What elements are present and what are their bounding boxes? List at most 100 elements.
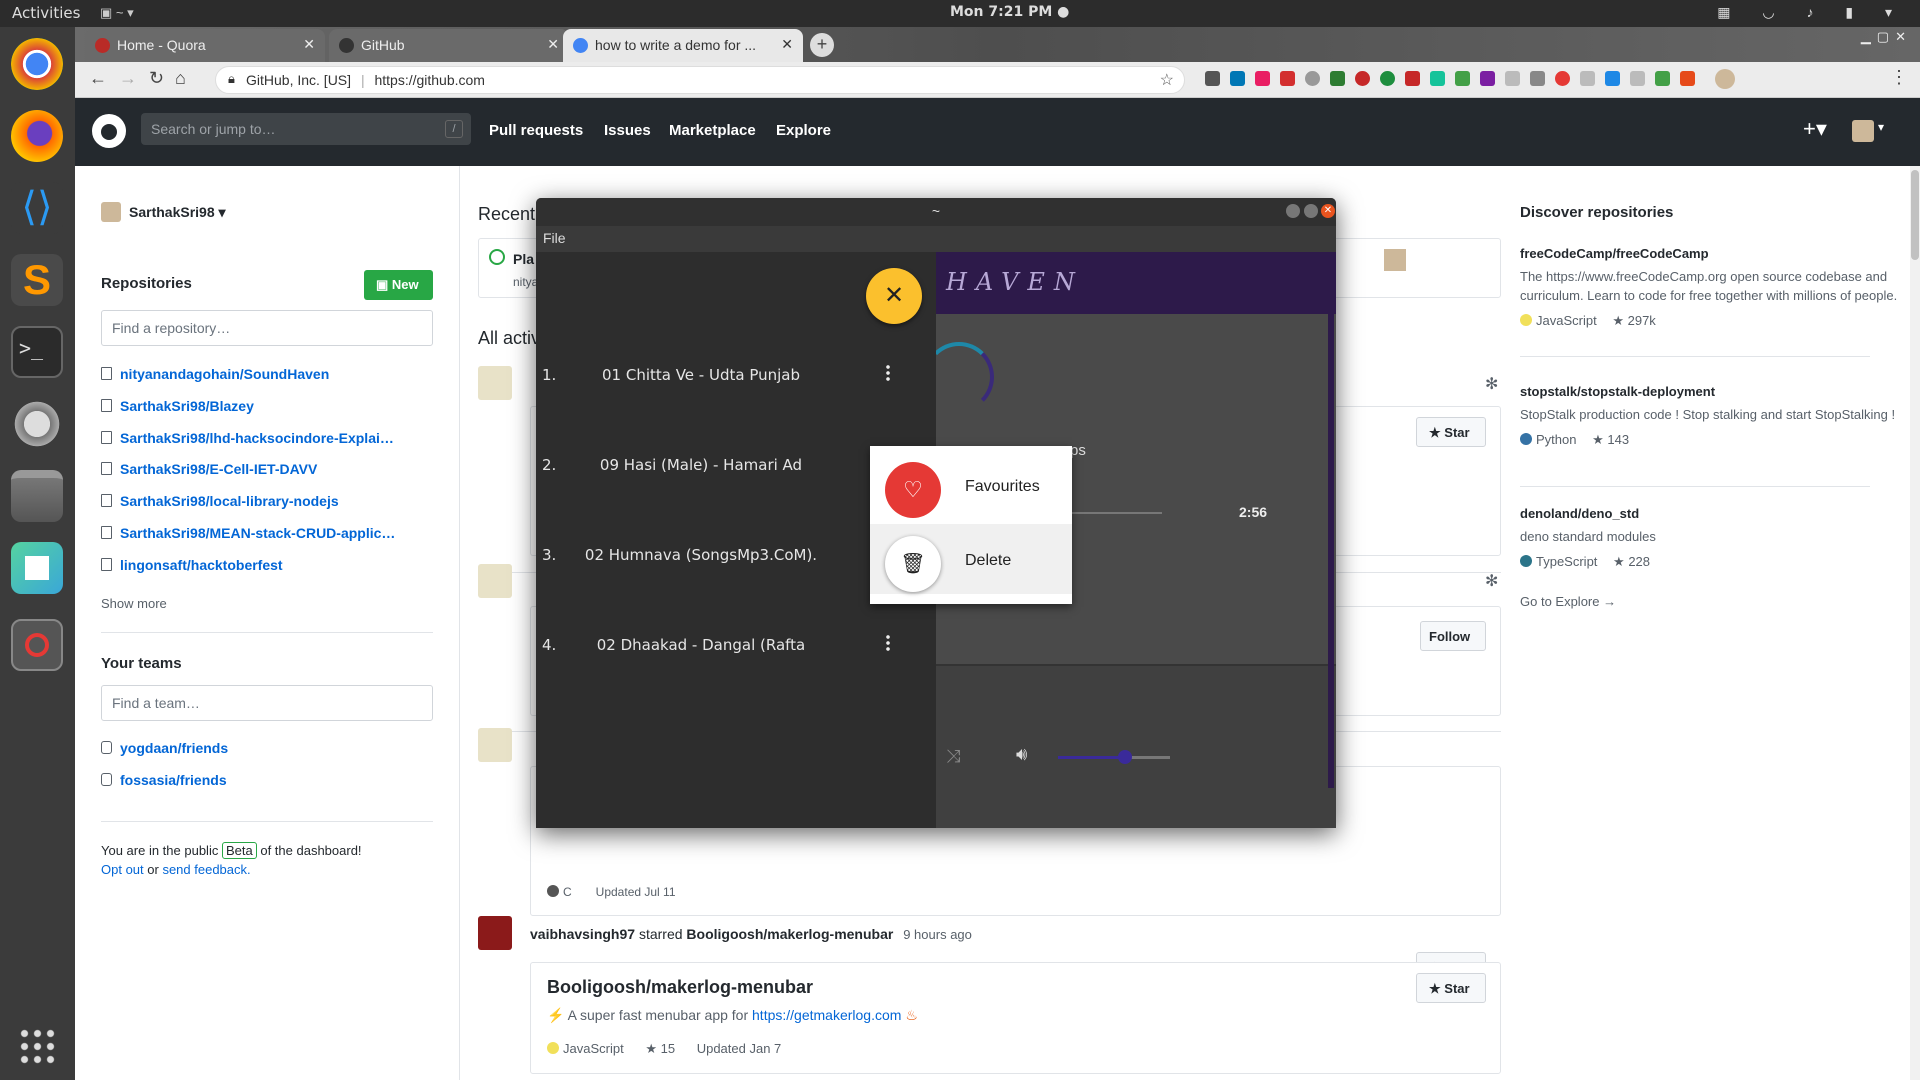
repo-stars[interactable]: 15 bbox=[661, 1041, 675, 1056]
clock[interactable]: Mon 7:21 PM ● bbox=[950, 4, 1069, 20]
address-bar[interactable]: 🔒︎ GitHub, Inc. [US] | https://github.co… bbox=[215, 66, 1185, 94]
close-tab-icon[interactable]: ✕ bbox=[547, 36, 559, 53]
more-options-icon[interactable] bbox=[886, 634, 890, 652]
bookmark-star-icon[interactable]: ☆ bbox=[1160, 70, 1174, 90]
star-button[interactable]: ★ Star bbox=[1416, 973, 1486, 1003]
search-input[interactable]: Search or jump to… / bbox=[141, 113, 471, 145]
more-options-icon[interactable] bbox=[886, 364, 890, 382]
extension-icon[interactable] bbox=[1455, 71, 1470, 86]
discover-repo-name[interactable]: stopstalk/stopstalk-deployment bbox=[1520, 384, 1900, 399]
firefox-icon[interactable] bbox=[11, 110, 63, 162]
minimize-icon[interactable] bbox=[1286, 204, 1300, 218]
nav-issues[interactable]: Issues bbox=[604, 122, 651, 139]
system-tray[interactable]: ▦ ◡ ♪ ▮ ▾ bbox=[1717, 4, 1906, 21]
repo-title[interactable]: Booligoosh/makerlog-menubar bbox=[547, 977, 813, 998]
activities-button[interactable]: Activities bbox=[12, 4, 80, 22]
extension-icon[interactable] bbox=[1255, 71, 1270, 86]
grammarly-icon[interactable] bbox=[1430, 71, 1445, 86]
repo-link[interactable]: lingonsaft/hacktoberfest bbox=[101, 557, 283, 573]
shuffle-icon[interactable]: ⤨ bbox=[946, 746, 960, 767]
terminal-icon[interactable]: >_ bbox=[11, 326, 63, 378]
discover-repo-name[interactable]: freeCodeCamp/freeCodeCamp bbox=[1520, 246, 1900, 261]
close-tab-icon[interactable]: ✕ bbox=[781, 36, 793, 53]
delete-menu-item[interactable]: 🗑︎ Delete bbox=[870, 524, 1072, 594]
create-new-icon[interactable]: +▾ bbox=[1803, 116, 1827, 142]
discover-repo-stars[interactable]: 228 bbox=[1628, 554, 1650, 569]
home-icon[interactable]: ⌂ bbox=[175, 68, 186, 89]
app-icon[interactable] bbox=[11, 542, 63, 594]
seek-bar[interactable] bbox=[1070, 512, 1162, 514]
account-switcher[interactable]: SarthakSri98 ▾ bbox=[129, 204, 226, 221]
extension-icon[interactable] bbox=[1530, 71, 1545, 86]
close-tab-icon[interactable]: ✕ bbox=[303, 36, 315, 53]
window-title-bar[interactable]: ~ ✕ bbox=[536, 198, 1336, 226]
extension-icon[interactable] bbox=[1505, 71, 1520, 86]
user-avatar[interactable] bbox=[1852, 120, 1874, 142]
nav-explore[interactable]: Explore bbox=[776, 122, 831, 139]
files-icon[interactable] bbox=[11, 470, 63, 522]
avatar[interactable] bbox=[478, 564, 512, 598]
event-target[interactable]: Booligoosh/makerlog-menubar bbox=[686, 926, 893, 942]
linkedin-icon[interactable] bbox=[1230, 71, 1245, 86]
volume-icon[interactable]: 🔊︎ bbox=[1016, 744, 1027, 765]
discover-repo-name[interactable]: denoland/deno_std bbox=[1520, 506, 1900, 521]
extension-icon[interactable] bbox=[1680, 71, 1695, 86]
file-menu[interactable]: File bbox=[543, 230, 566, 246]
sublime-icon[interactable]: S bbox=[11, 254, 63, 306]
github-logo-icon[interactable] bbox=[92, 114, 126, 148]
team-search-input[interactable]: Find a team… bbox=[101, 685, 433, 721]
close-window-icon[interactable]: ✕ bbox=[1321, 204, 1335, 218]
tab-google[interactable]: how to write a demo for ... ✕ bbox=[563, 29, 803, 62]
window-menu[interactable]: ▣ ~ ▾ bbox=[100, 5, 134, 21]
repo-link[interactable]: SarthakSri98/E-Cell-IET-DAVV bbox=[101, 461, 317, 477]
discover-repo-stars[interactable]: 143 bbox=[1607, 432, 1629, 447]
favourites-menu-item[interactable]: ♡ Favourites bbox=[870, 450, 1072, 520]
team-link[interactable]: fossasia/friends bbox=[101, 772, 227, 788]
chrome-icon[interactable] bbox=[11, 38, 63, 90]
repo-link[interactable]: SarthakSri98/local-library-nodejs bbox=[101, 493, 339, 509]
extension-icon[interactable] bbox=[1480, 71, 1495, 86]
team-link[interactable]: yogdaan/friends bbox=[101, 740, 228, 756]
chrome-menu-icon[interactable]: ⋮ bbox=[1890, 67, 1908, 88]
avatar[interactable] bbox=[478, 728, 512, 762]
extension-icon[interactable] bbox=[1205, 71, 1220, 86]
repo-desc-link[interactable]: https://getmakerlog.com bbox=[752, 1007, 901, 1023]
extension-icon[interactable] bbox=[1555, 71, 1570, 86]
repo-link[interactable]: SarthakSri98/MEAN-stack-CRUD-applic… bbox=[101, 525, 395, 541]
close-drawer-button[interactable]: ✕ bbox=[866, 268, 922, 324]
apps-grid-icon[interactable] bbox=[18, 1027, 58, 1067]
scrollbar[interactable] bbox=[1328, 252, 1334, 788]
scrollbar[interactable] bbox=[1910, 166, 1920, 1080]
reload-icon[interactable]: ↻ bbox=[149, 68, 164, 89]
song-item[interactable]: 1. 01 Chitta Ve - Udta Punjab bbox=[536, 360, 936, 390]
extension-icon[interactable] bbox=[1655, 71, 1670, 86]
new-repo-button[interactable]: ▣ New bbox=[364, 270, 433, 300]
settings-icon[interactable]: ✻ bbox=[1485, 374, 1498, 394]
extension-icon[interactable] bbox=[1330, 71, 1345, 86]
avatar[interactable] bbox=[478, 366, 512, 400]
tab-github[interactable]: GitHub ✕ bbox=[329, 29, 569, 62]
event-actor[interactable]: vaibhavsingh97 bbox=[530, 926, 635, 942]
follow-button[interactable]: Follow bbox=[1420, 621, 1486, 651]
vscode-icon[interactable]: ⟨⟩ bbox=[11, 182, 63, 234]
song-item[interactable]: 4. 02 Dhaakad - Dangal (Rafta bbox=[536, 630, 936, 660]
nav-pull-requests[interactable]: Pull requests bbox=[489, 122, 583, 139]
profile-avatar[interactable] bbox=[1715, 69, 1735, 89]
extension-icon[interactable] bbox=[1405, 71, 1420, 86]
star-button[interactable]: ★ Star bbox=[1416, 417, 1486, 447]
nav-marketplace[interactable]: Marketplace bbox=[669, 122, 756, 139]
show-more-link[interactable]: Show more bbox=[101, 596, 167, 611]
repo-link[interactable]: SarthakSri98/Blazey bbox=[101, 398, 254, 414]
repo-search-input[interactable]: Find a repository… bbox=[101, 310, 433, 346]
opt-out-link[interactable]: Opt out bbox=[101, 862, 144, 877]
window-controls[interactable]: ▁▢✕ bbox=[1861, 29, 1912, 45]
repo-link[interactable]: nityanandagohain/SoundHaven bbox=[101, 366, 329, 382]
extension-icon[interactable] bbox=[1630, 71, 1645, 86]
chevron-down-icon[interactable]: ▾ bbox=[1878, 120, 1884, 134]
feedback-link[interactable]: send feedback. bbox=[162, 862, 250, 877]
avatar[interactable] bbox=[478, 916, 512, 950]
forward-icon[interactable]: → bbox=[119, 68, 137, 89]
settings-icon[interactable]: ✻ bbox=[1485, 571, 1498, 591]
extension-icon[interactable] bbox=[1280, 71, 1295, 86]
maximize-icon[interactable] bbox=[1304, 204, 1318, 218]
